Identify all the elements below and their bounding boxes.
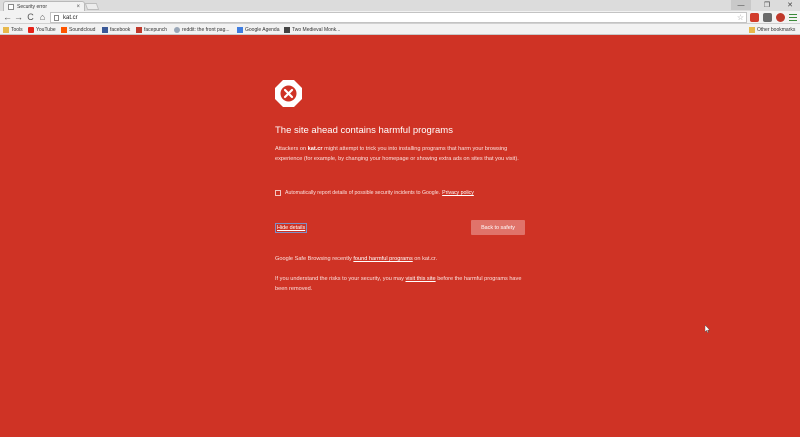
visit-this-site-link[interactable]: visit this site bbox=[405, 276, 435, 282]
bookmark-label: Soundcloud bbox=[69, 26, 96, 33]
facepunch-icon bbox=[136, 26, 142, 33]
folder-icon bbox=[3, 26, 9, 33]
chrome-menu-icon[interactable] bbox=[789, 13, 797, 22]
page-icon bbox=[54, 14, 59, 21]
bookmark-soundcloud[interactable]: Soundcloud bbox=[61, 25, 95, 34]
tab-strip: Security error × — ❐ ✕ bbox=[0, 0, 800, 11]
bookmark-google-agenda[interactable]: Google Agenda bbox=[237, 25, 279, 34]
minimize-button[interactable]: — bbox=[731, 0, 751, 10]
page-title: The site ahead contains harmful programs bbox=[275, 125, 453, 136]
bookmark-youtube[interactable]: YouTube bbox=[28, 25, 56, 34]
bookmark-reddit[interactable]: reddit: the front pag... bbox=[174, 25, 230, 34]
bookmark-star-icon[interactable]: ☆ bbox=[737, 13, 744, 22]
reload-button[interactable]: C bbox=[25, 12, 36, 23]
note-text: on kat.cr. bbox=[412, 256, 438, 262]
desc-text: Attackers on bbox=[275, 146, 308, 152]
bookmark-facepunch[interactable]: facepunch bbox=[136, 25, 167, 34]
tab-close-icon[interactable]: × bbox=[76, 4, 80, 10]
warning-description: Attackers on kat.cr might attempt to tri… bbox=[275, 144, 525, 164]
folder-icon bbox=[749, 26, 755, 33]
calendar-icon bbox=[237, 26, 243, 33]
back-to-safety-button[interactable]: Back to safety bbox=[471, 220, 525, 235]
url-text[interactable]: kat.cr bbox=[63, 15, 737, 21]
risk-paragraph: If you understand the risks to your secu… bbox=[275, 274, 525, 294]
ext-badge-icon[interactable] bbox=[776, 13, 785, 22]
back-button[interactable]: ← bbox=[2, 12, 13, 23]
browser-toolbar: ← → C ⌂ kat.cr ☆ bbox=[0, 11, 800, 24]
facebook-icon bbox=[102, 26, 108, 33]
bookmark-label: Tools bbox=[11, 26, 23, 33]
youtube-icon bbox=[28, 26, 34, 33]
tab-title: Security error bbox=[17, 3, 48, 10]
bookmark-medieval-monks[interactable]: Two Medieval Monk... bbox=[284, 25, 340, 34]
new-tab-button[interactable] bbox=[84, 3, 100, 10]
soundcloud-icon bbox=[61, 26, 67, 33]
danger-octagon-icon bbox=[275, 80, 302, 107]
hide-details-link[interactable]: Hide details bbox=[275, 223, 308, 233]
site-domain: kat.cr bbox=[307, 146, 323, 152]
report-checkbox[interactable] bbox=[275, 190, 281, 196]
safe-browsing-note: Google Safe Browsing recently found harm… bbox=[275, 256, 525, 262]
ext-red-icon[interactable] bbox=[750, 13, 759, 22]
bookmarks-bar: Tools YouTube Soundcloud facebook facepu… bbox=[0, 24, 800, 35]
reddit-icon bbox=[174, 26, 180, 33]
bookmark-label: Google Agenda bbox=[245, 26, 280, 33]
mouse-cursor-icon bbox=[705, 325, 710, 333]
bookmark-label: Two Medieval Monk... bbox=[292, 26, 341, 33]
address-bar[interactable]: kat.cr ☆ bbox=[50, 12, 747, 23]
bookmark-label: Other bookmarks bbox=[757, 26, 796, 33]
forward-button[interactable]: → bbox=[13, 12, 24, 23]
bookmark-tools[interactable]: Tools bbox=[3, 25, 23, 34]
close-window-button[interactable]: ✕ bbox=[780, 0, 800, 10]
maximize-button[interactable]: ❐ bbox=[757, 0, 777, 10]
note-text: Google Safe Browsing recently bbox=[275, 256, 354, 262]
other-bookmarks[interactable]: Other bookmarks bbox=[749, 25, 795, 34]
found-harmful-programs-link[interactable]: found harmful programs bbox=[353, 256, 412, 262]
page-icon bbox=[284, 26, 290, 33]
report-label: Automatically report details of possible… bbox=[285, 190, 441, 196]
bookmark-label: YouTube bbox=[36, 26, 56, 33]
home-button[interactable]: ⌂ bbox=[37, 12, 48, 23]
bookmark-label: reddit: the front pag... bbox=[182, 26, 230, 33]
ext-gray-icon[interactable] bbox=[763, 13, 772, 22]
tab-security-error[interactable]: Security error × bbox=[3, 1, 85, 11]
risk-text: If you understand the risks to your secu… bbox=[275, 276, 406, 282]
privacy-policy-link[interactable]: Privacy policy bbox=[442, 190, 474, 196]
bookmark-label: facebook bbox=[110, 26, 131, 33]
bookmark-facebook[interactable]: facebook bbox=[102, 25, 130, 34]
report-option: Automatically report details of possible… bbox=[275, 190, 525, 196]
bookmark-label: facepunch bbox=[144, 26, 168, 33]
page-icon bbox=[8, 3, 14, 10]
